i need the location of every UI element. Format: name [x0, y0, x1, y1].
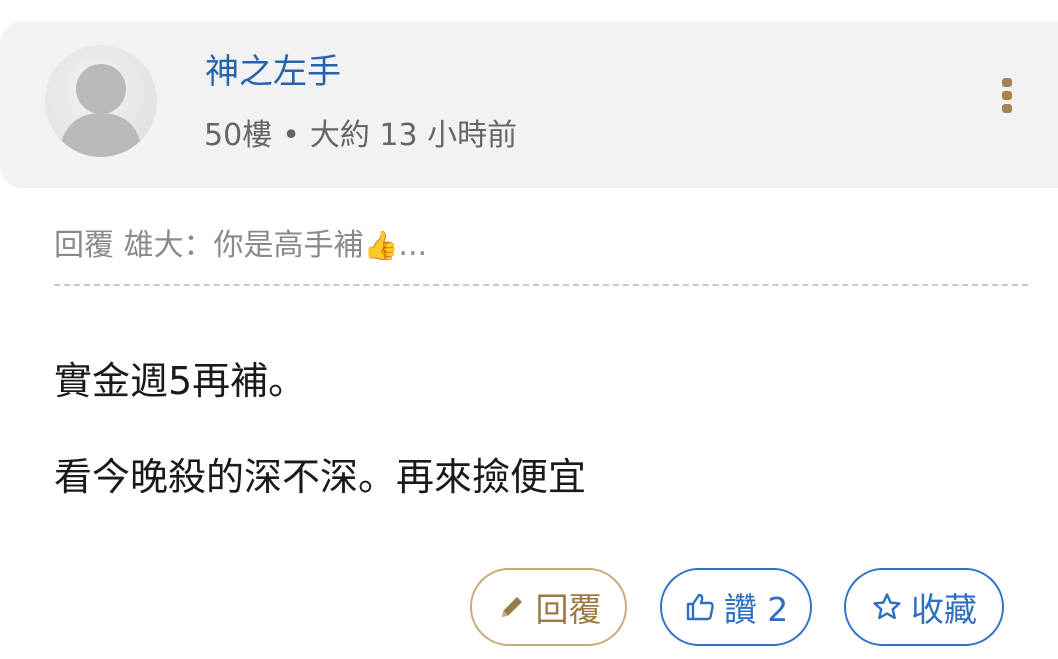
reply-quote-ellipsis: ... — [398, 228, 428, 263]
star-icon — [871, 591, 903, 623]
post-meta: 50樓 • 大約 13 小時前 — [204, 118, 517, 154]
favorite-button[interactable]: 收藏 — [844, 568, 1004, 646]
floor-number: 50樓 — [204, 118, 273, 153]
quote-divider — [54, 284, 1028, 286]
pencil-icon — [496, 591, 528, 623]
meta-separator: • — [282, 118, 300, 153]
reply-quote-text: 回覆 雄大：你是高手補 — [54, 228, 364, 263]
more-vertical-icon[interactable] — [996, 78, 1018, 118]
thumbs-up-icon — [684, 591, 716, 623]
post-time: 大約 13 小時前 — [309, 118, 518, 153]
reply-button-label: 回覆 — [535, 590, 602, 629]
post-content-line: 實金週5再補。 — [54, 359, 307, 403]
thumbs-up-emoji: 👍 — [363, 229, 399, 262]
reply-button[interactable]: 回覆 — [470, 568, 627, 646]
reply-quote[interactable]: 回覆 雄大：你是高手補👍... — [54, 226, 427, 266]
username-link[interactable]: 神之左手 — [205, 52, 341, 92]
post-header: 神之左手 50樓 • 大約 13 小時前 — [0, 22, 1058, 188]
like-button[interactable]: 讚 2 — [660, 568, 812, 646]
favorite-button-label: 收藏 — [911, 590, 977, 629]
post-content-line: 看今晚殺的深不深。再來撿便宜 — [54, 455, 587, 499]
like-button-label: 讚 2 — [723, 590, 789, 629]
avatar[interactable] — [45, 45, 157, 157]
default-user-icon — [59, 64, 143, 157]
